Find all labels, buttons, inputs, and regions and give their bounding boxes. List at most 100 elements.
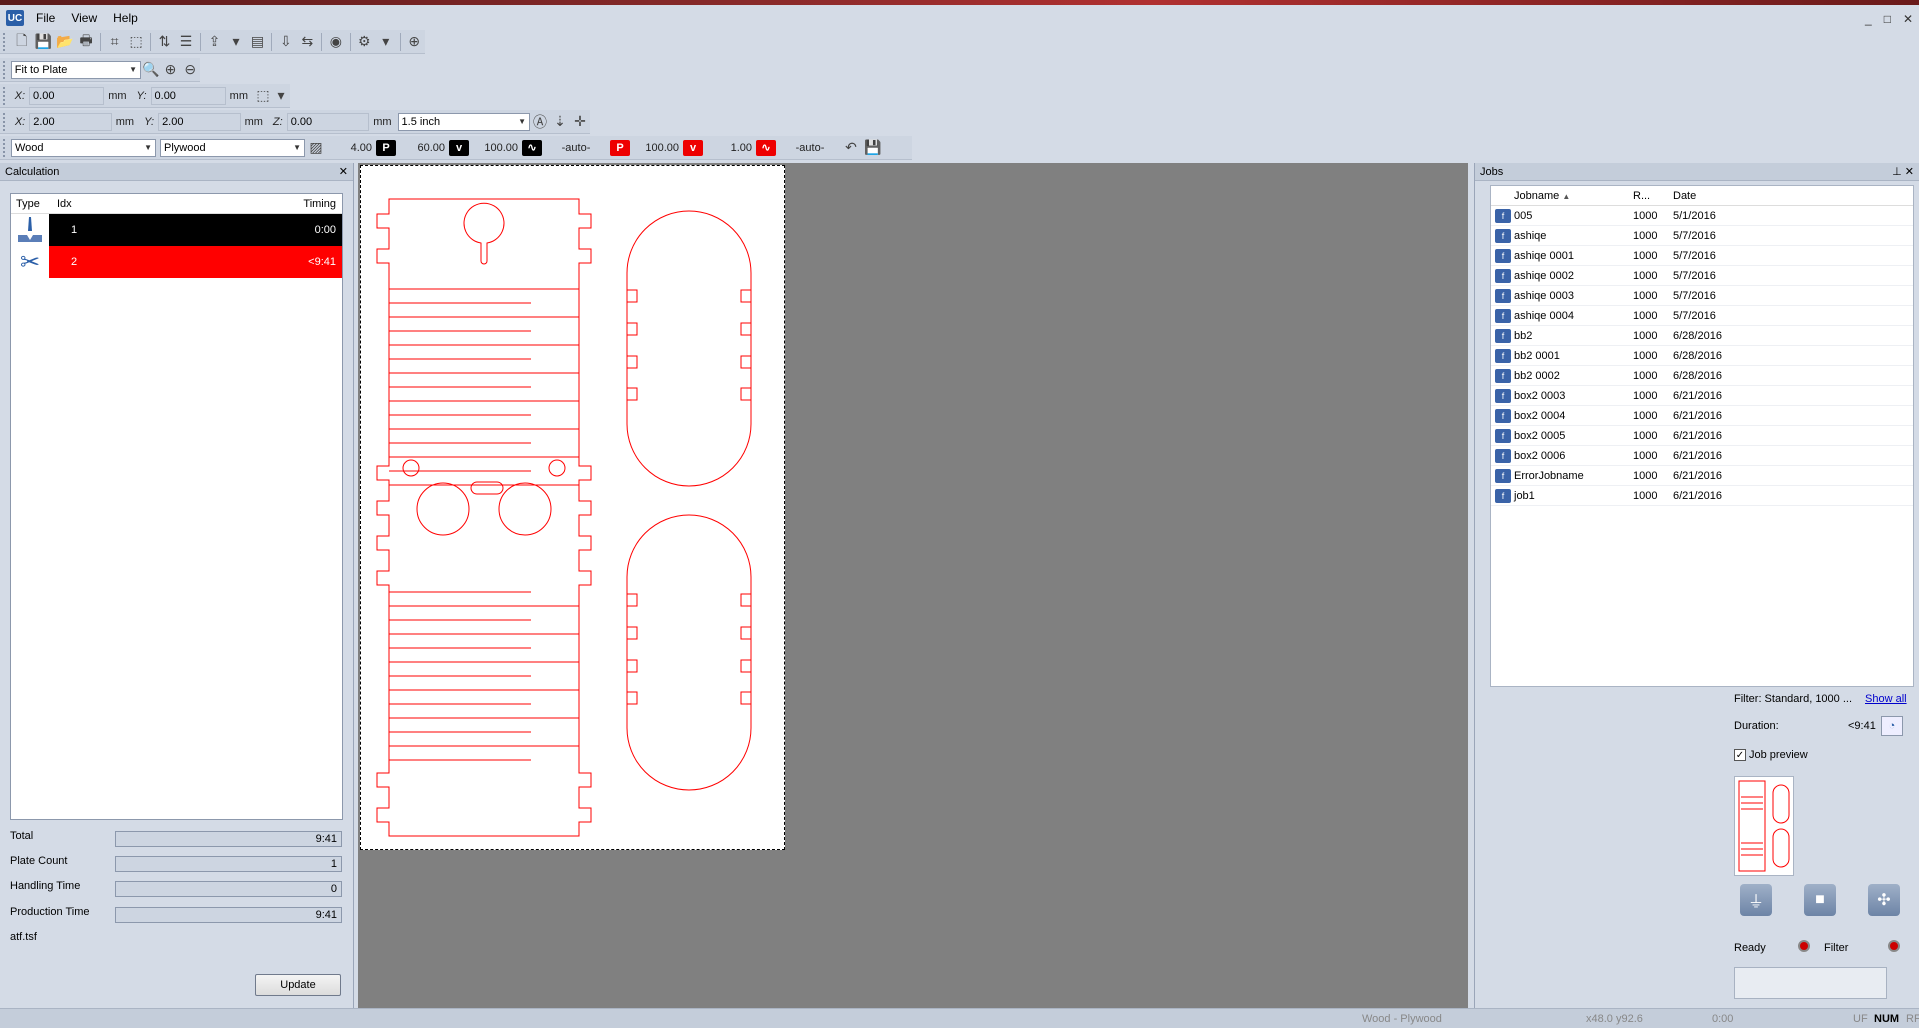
table-row[interactable]: f box2 0004 1000 6/21/2016 — [1491, 406, 1913, 426]
gear-dropdown-icon[interactable]: ▾ — [375, 32, 396, 52]
timer-icon[interactable]: ◔ — [1881, 716, 1903, 736]
toolbar-grip[interactable] — [3, 112, 7, 131]
anchor-icon[interactable]: ⬚ — [254, 86, 272, 106]
toolbar-grip[interactable] — [3, 86, 7, 105]
toolbar-grip[interactable] — [3, 32, 7, 51]
cut-frequency-value[interactable]: -auto- — [780, 142, 840, 154]
undo-icon[interactable]: ↶ — [840, 138, 862, 158]
minimize-button[interactable]: _ — [1865, 12, 1872, 26]
window-controls: _ □ ✕ — [1865, 12, 1913, 26]
material-type-select[interactable]: Plywood ▼ — [160, 138, 305, 157]
update-button[interactable]: Update — [255, 974, 341, 996]
pos-x-input[interactable]: 0.00 — [29, 86, 105, 105]
stop-icon[interactable]: ■ — [1804, 884, 1836, 916]
plate[interactable] — [360, 165, 785, 850]
close-button[interactable]: ✕ — [1903, 12, 1913, 26]
maximize-button[interactable]: □ — [1884, 12, 1891, 26]
close-icon[interactable]: ✕ — [339, 165, 348, 178]
table-row[interactable]: f box2 0003 1000 6/21/2016 — [1491, 386, 1913, 406]
table-row[interactable]: 1 0:00 — [11, 214, 342, 246]
zoom-out-icon[interactable]: ⊖ — [180, 60, 200, 80]
col-type[interactable]: Type — [11, 198, 49, 210]
chevron-down-icon: ▼ — [518, 117, 527, 126]
fan-icon[interactable]: ✣ — [1868, 884, 1900, 916]
table-row[interactable]: f box2 0005 1000 6/21/2016 — [1491, 426, 1913, 446]
col-r[interactable]: R... — [1633, 190, 1673, 202]
select-tool-icon[interactable]: ⬚ — [125, 32, 146, 52]
size-z-input[interactable]: 0.00 — [286, 112, 370, 131]
new-file-icon[interactable]: 🗋 — [11, 32, 32, 52]
zoom-icon[interactable]: 🔍 — [141, 60, 161, 80]
thickness-select[interactable]: 1.5 inch ▼ — [397, 112, 531, 131]
message-box[interactable] — [1734, 967, 1887, 999]
align-icon[interactable]: ⇅ — [154, 32, 175, 52]
job-file-icon: f — [1495, 228, 1511, 243]
zoom-select[interactable]: Fit to Plate ▼ — [10, 60, 142, 79]
size-y-input[interactable]: 2.00 — [158, 112, 241, 131]
table-row[interactable]: f bb2 0002 1000 6/28/2016 — [1491, 366, 1913, 386]
menu-file[interactable]: File — [28, 11, 63, 25]
save-material-icon[interactable]: 💾 — [862, 138, 884, 158]
table-row[interactable]: f ashiqe 1000 5/7/2016 — [1491, 226, 1913, 246]
table-row[interactable]: f 005 1000 5/1/2016 — [1491, 206, 1913, 226]
job-preview-toggle[interactable]: ✓ Job preview — [1734, 749, 1808, 762]
grid-icon[interactable]: ⌗ — [104, 32, 125, 52]
table-row[interactable]: ✂ 2 <9:41 — [11, 246, 342, 278]
cut-power-value[interactable]: 100.00 — [634, 142, 679, 154]
job-name: 005 — [1514, 209, 1533, 222]
table-row[interactable]: f ashiqe 0003 1000 5/7/2016 — [1491, 286, 1913, 306]
table-row[interactable]: f ashiqe 0001 1000 5/7/2016 — [1491, 246, 1913, 266]
show-all-link[interactable]: Show all — [1865, 693, 1907, 705]
size-x-input[interactable]: 2.00 — [29, 112, 112, 131]
material-group-select[interactable]: Wood ▼ — [11, 138, 156, 157]
layers-icon[interactable]: ☰ — [175, 32, 196, 52]
app-icon[interactable]: UC — [6, 10, 24, 26]
job-r: 1000 — [1633, 349, 1658, 362]
usb-icon[interactable]: ⏚ — [1740, 884, 1772, 916]
import-icon[interactable]: ⇩ — [275, 32, 296, 52]
stack-icon[interactable]: ▤ — [247, 32, 268, 52]
toolbar-grip[interactable] — [3, 138, 7, 157]
print-icon[interactable]: 🖶 — [75, 32, 96, 52]
hatch-value[interactable]: 4.00 — [327, 142, 372, 154]
table-row[interactable]: f ErrorJobname 1000 6/21/2016 — [1491, 466, 1913, 486]
export-icon[interactable]: ⇪ — [204, 32, 225, 52]
cut-velocity-value[interactable]: 1.00 — [707, 142, 752, 154]
eye-icon[interactable]: ◉ — [325, 32, 346, 52]
col-date[interactable]: Date — [1673, 190, 1763, 202]
gear-icon[interactable]: ⚙ — [354, 32, 375, 52]
table-row[interactable]: f box2 0006 1000 6/21/2016 — [1491, 446, 1913, 466]
status-uf: UF — [1853, 1012, 1868, 1025]
col-idx[interactable]: Idx — [49, 198, 109, 210]
separator — [149, 32, 151, 51]
ready-label: Ready — [1734, 942, 1766, 954]
toolbar-grip[interactable] — [3, 60, 7, 79]
export-dropdown-icon[interactable]: ▾ — [225, 32, 246, 52]
arrange-icon[interactable]: ⇆ — [297, 32, 318, 52]
anchor-dropdown-icon[interactable]: ▾ — [272, 86, 290, 106]
menu-help[interactable]: Help — [105, 11, 146, 25]
table-row[interactable]: f ashiqe 0004 1000 5/7/2016 — [1491, 306, 1913, 326]
pos-y-input[interactable]: 0.00 — [150, 86, 226, 105]
xyz-icon[interactable]: ✛ — [570, 112, 590, 132]
pin-close-icons[interactable]: ⊥ ✕ — [1892, 165, 1914, 178]
col-timing[interactable]: Timing — [109, 198, 342, 210]
menu-view[interactable]: View — [63, 11, 105, 25]
drawing-canvas[interactable] — [358, 163, 1468, 1008]
engrave-velocity-value[interactable]: 100.00 — [473, 142, 518, 154]
table-row[interactable]: f ashiqe 0002 1000 5/7/2016 — [1491, 266, 1913, 286]
autofocus-icon[interactable]: Ⓐ — [530, 112, 550, 132]
col-jobname[interactable]: Jobname ▲ — [1514, 190, 1633, 202]
table-row[interactable]: f bb2 1000 6/28/2016 — [1491, 326, 1913, 346]
engrave-power-value[interactable]: 60.00 — [400, 142, 445, 154]
focus-icon[interactable]: ⇣ — [550, 112, 570, 132]
engrave-frequency-value[interactable]: -auto- — [546, 142, 606, 154]
zoom-in-icon[interactable]: ⊕ — [161, 60, 181, 80]
laser-config-icon[interactable]: ⊕ — [403, 32, 424, 52]
table-row[interactable]: f job1 1000 6/21/2016 — [1491, 486, 1913, 506]
job-file-icon: f — [1495, 368, 1511, 383]
save-icon[interactable]: 💾 — [32, 32, 53, 52]
design-drawing[interactable] — [361, 166, 786, 851]
table-row[interactable]: f bb2 0001 1000 6/28/2016 — [1491, 346, 1913, 366]
open-folder-icon[interactable]: 📂 — [54, 32, 75, 52]
